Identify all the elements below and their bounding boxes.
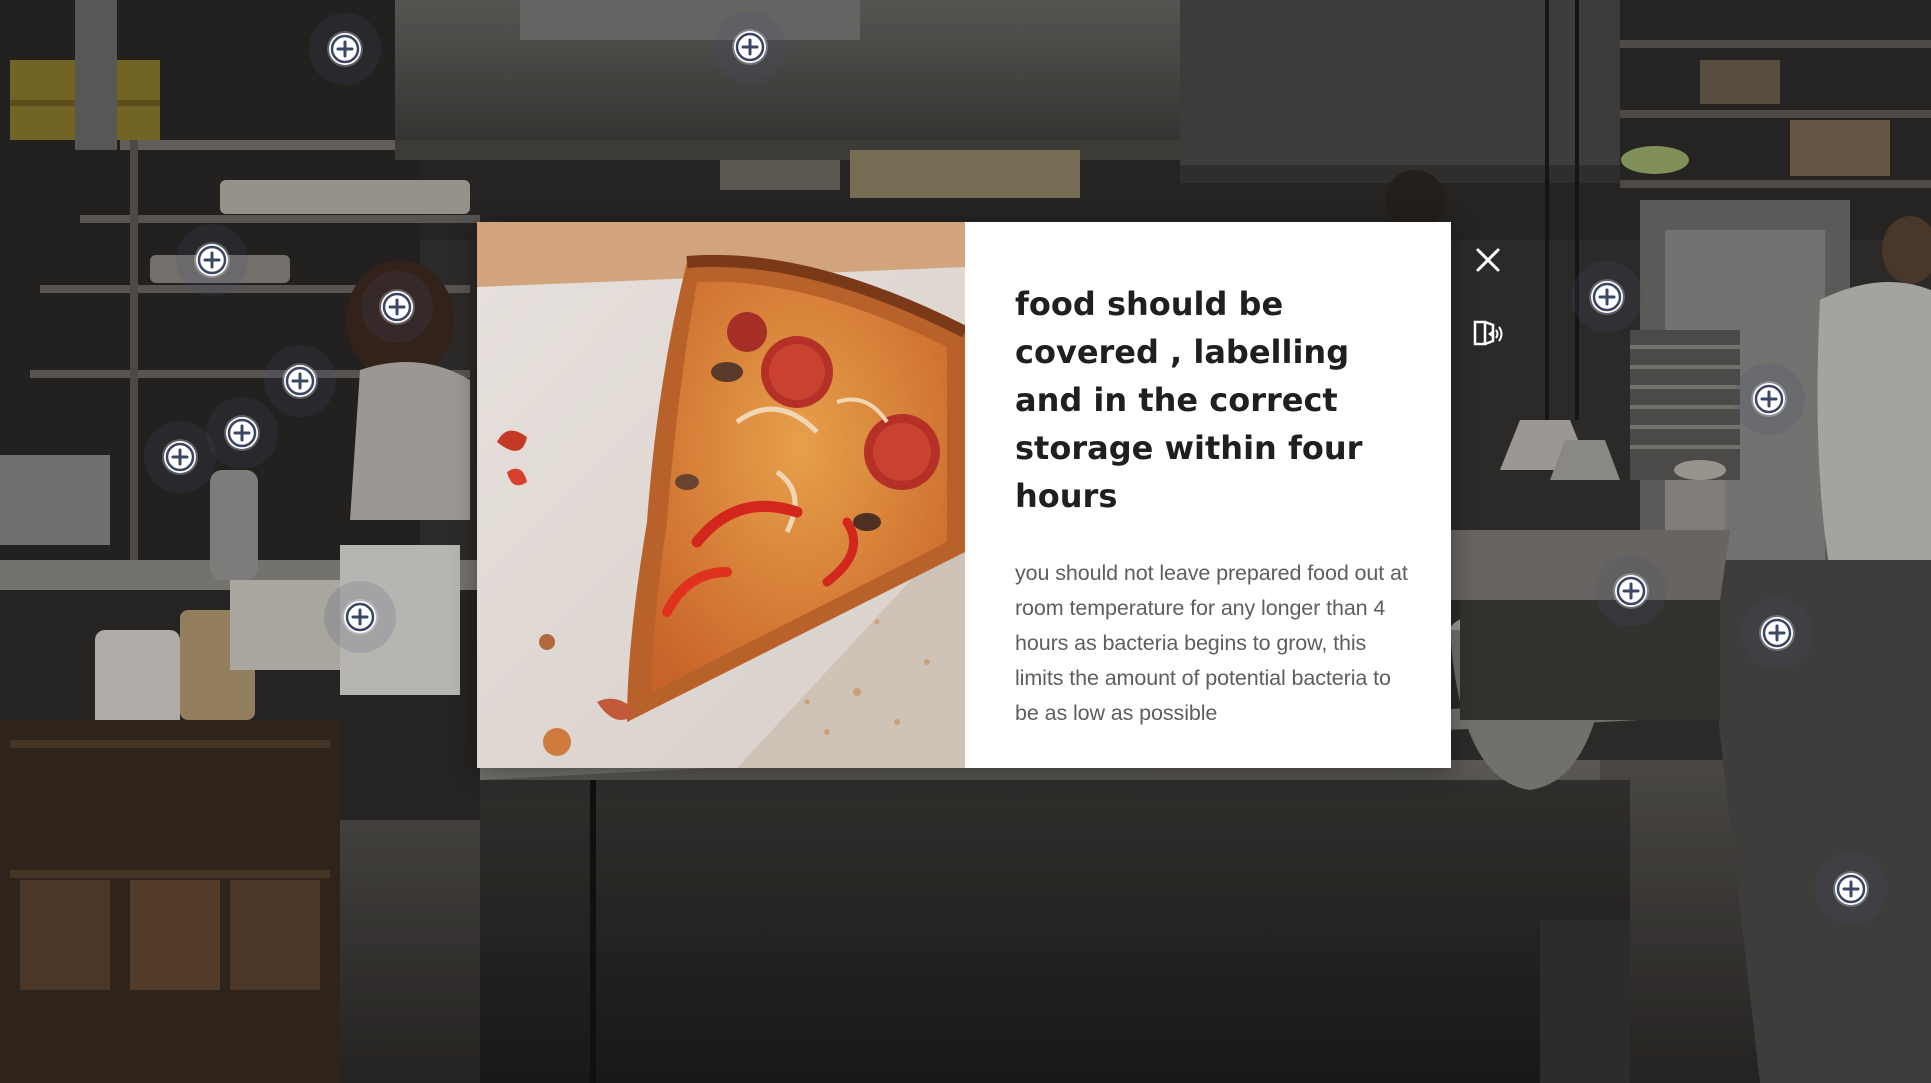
hotspot-5[interactable] — [264, 345, 336, 417]
plus-circle-icon — [381, 291, 413, 323]
hotspot-3[interactable] — [176, 224, 248, 296]
plus-circle-icon — [1591, 281, 1623, 313]
plus-circle-icon — [196, 244, 228, 276]
hotspot-11[interactable] — [1595, 555, 1667, 627]
modal-content: food should be covered , labelling and i… — [965, 222, 1465, 768]
plus-circle-icon — [164, 441, 196, 473]
plus-circle-icon — [1615, 575, 1647, 607]
hotspot-4[interactable] — [361, 271, 433, 343]
plus-circle-icon — [734, 31, 766, 63]
plus-circle-icon — [329, 33, 361, 65]
pizza-slice-photo — [477, 222, 965, 768]
modal-title: food should be covered , labelling and i… — [1015, 285, 1363, 515]
hotspot-1[interactable] — [309, 13, 381, 85]
info-modal: food should be covered , labelling and i… — [477, 222, 1451, 768]
plus-circle-icon — [226, 417, 258, 449]
modal-body-text: you should not leave prepared food out a… — [1015, 561, 1408, 725]
plus-circle-icon — [344, 601, 376, 633]
hotspot-2[interactable] — [714, 11, 786, 83]
hotspot-13[interactable] — [1815, 853, 1887, 925]
hotspot-6[interactable] — [206, 397, 278, 469]
audio-description-icon — [1473, 320, 1503, 346]
hotspot-10[interactable] — [1733, 363, 1805, 435]
plus-circle-icon — [1753, 383, 1785, 415]
close-button[interactable] — [1470, 242, 1506, 278]
plus-circle-icon — [1761, 617, 1793, 649]
close-icon — [1476, 248, 1500, 272]
panorama-scene: food should be covered , labelling and i… — [0, 0, 1931, 1083]
hotspot-7[interactable] — [144, 421, 216, 493]
plus-circle-icon — [284, 365, 316, 397]
audio-description-button[interactable] — [1470, 316, 1506, 352]
hotspot-9[interactable] — [1571, 261, 1643, 333]
hotspot-12[interactable] — [1741, 597, 1813, 669]
plus-circle-icon — [1835, 873, 1867, 905]
hotspot-8[interactable] — [324, 581, 396, 653]
